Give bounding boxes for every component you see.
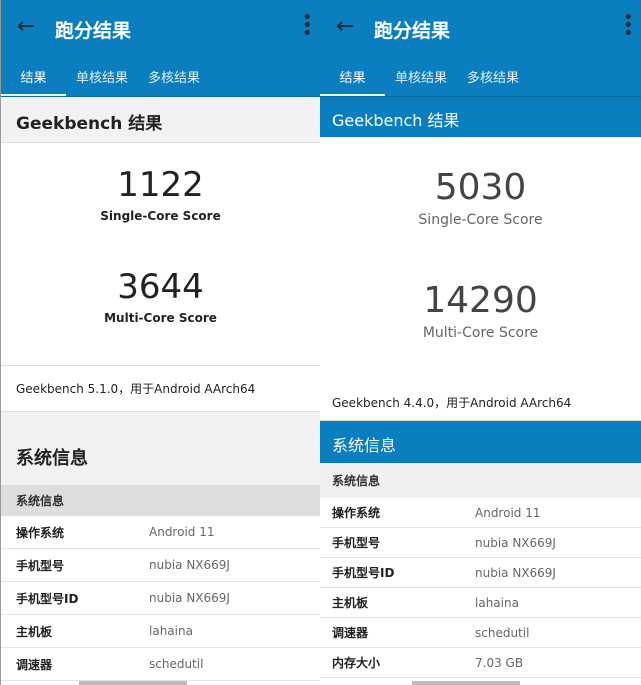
multi-core-score: 14290 Multi-Core Score [320,280,641,341]
left-screenshot: ← 跑分结果 • • • 结果 单核结果 多核结果 Geekbench 结果 112… [0,0,320,685]
row-value: schedutil [149,657,204,671]
tab-bar: 结果 单核结果 多核结果 [320,58,641,97]
row-label: 操作系统 [16,525,65,540]
table-row: 手机型号ID nubia NX669J [1,582,320,615]
tab-multi-core[interactable]: 多核结果 [457,58,529,96]
single-core-score: 5030 Single-Core Score [320,167,641,228]
table-row: 内存大小 7.03 GB [320,648,641,678]
table-row: 主机板 lahaina [1,615,320,648]
score-value: 14290 [423,280,538,321]
row-value: Android 11 [149,525,215,539]
back-arrow-icon[interactable]: ← [17,14,35,39]
row-value: nubia NX669J [475,535,556,550]
row-label: 手机型号 [332,536,381,550]
sysinfo-heading: 系统信息 [320,421,641,463]
table-row: 主机板 lahaina [320,588,641,618]
row-label: 操作系统 [332,506,381,520]
score-label: Single-Core Score [100,209,221,223]
row-value: nubia NX669J [149,591,230,605]
multi-core-score: 3644 Multi-Core Score [1,267,320,325]
section-title: Geekbench 结果 [320,97,641,137]
score-value: 1122 [117,165,204,205]
back-arrow-icon[interactable]: ← [336,14,354,39]
row-value: lahaina [149,624,193,638]
more-menu-icon[interactable]: • • • [302,9,313,43]
row-value: nubia NX669J [475,565,556,580]
row-label: 内存大小 [332,656,381,670]
page-title: 跑分结果 [374,20,451,42]
scrollbar[interactable] [79,681,187,685]
row-value: schedutil [475,625,530,640]
tab-bar: 结果 单核结果 多核结果 [1,58,320,97]
row-label: 手机型号ID [332,566,395,580]
row-label: 主机板 [332,596,369,610]
app-bar: ← 跑分结果 • • • [1,0,320,58]
row-label: 调速器 [16,657,53,672]
app-bar: ← 跑分结果 • • • [320,0,641,58]
score-label: Multi-Core Score [422,325,539,341]
row-value: 7.03 GB [475,655,524,670]
table-row: 手机型号ID nubia NX669J [320,558,641,588]
tab-results[interactable]: 结果 [320,58,385,96]
table-row: 手机型号 nubia NX669J [320,528,641,558]
table-row: 手机型号 nubia NX669J [1,549,320,582]
table-row: 调速器 schedutil [1,648,320,681]
sysinfo-heading: 系统信息 [1,412,320,485]
tab-results[interactable]: 结果 [1,58,66,96]
row-value: lahaina [475,595,519,610]
row-label: 手机型号ID [16,591,79,606]
tab-single-core[interactable]: 单核结果 [385,58,457,96]
tab-single-core[interactable]: 单核结果 [66,58,138,96]
table-row: 操作系统 Android 11 [1,516,320,549]
section-title: Geekbench 结果 [1,97,320,143]
table-row: 操作系统 Android 11 [320,498,641,528]
right-screenshot: ← 跑分结果 • • • 结果 单核结果 多核结果 Geekbench 结果 503… [320,0,641,685]
single-core-score: 1122 Single-Core Score [1,165,320,223]
row-label: 手机型号 [16,558,65,573]
sysinfo-subheader: 系统信息 [320,463,641,498]
row-label: 调速器 [332,626,369,640]
tab-multi-core[interactable]: 多核结果 [138,58,210,96]
table-row: 调速器 schedutil [320,618,641,648]
score-label: Single-Core Score [418,212,543,228]
sysinfo-subheader: 系统信息 [1,485,320,516]
row-value: nubia NX669J [149,558,230,572]
score-value: 3644 [117,267,204,307]
score-label: Multi-Core Score [104,311,217,325]
version-text: Geekbench 5.1.0，用于Android AArch64 [1,365,320,412]
version-text: Geekbench 4.4.0，用于Android AArch64 [320,385,641,421]
score-value: 5030 [434,167,527,208]
page-title: 跑分结果 [55,20,132,42]
scrollbar[interactable] [412,681,520,685]
row-value: Android 11 [475,505,541,520]
more-menu-icon[interactable]: • • • [623,9,634,43]
row-label: 主机板 [16,624,53,639]
